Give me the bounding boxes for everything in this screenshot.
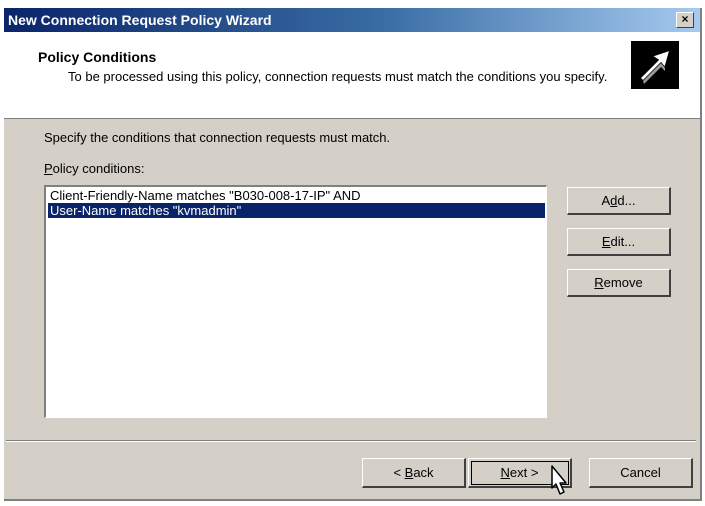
cancel-button[interactable]: Cancel <box>589 458 693 488</box>
window-title: New Connection Request Policy Wizard <box>8 12 272 28</box>
label-hotkey: P <box>44 161 53 176</box>
page-description: To be processed using this policy, conne… <box>68 69 608 84</box>
add-button[interactable]: Add... <box>567 187 671 215</box>
remove-hotkey: R <box>594 275 604 290</box>
next-label-post: ext > <box>509 465 539 480</box>
mouse-pointer-icon <box>551 465 567 495</box>
title-bar[interactable]: New Connection Request Policy Wizard × <box>4 8 700 32</box>
edit-hotkey: E <box>601 234 611 249</box>
close-button[interactable]: × <box>676 12 694 28</box>
remove-button[interactable]: Remove <box>567 269 671 297</box>
next-hotkey: N <box>500 465 510 480</box>
policy-conditions-label: Policy conditions: <box>44 161 144 176</box>
edit-label-post: dit... <box>610 234 636 249</box>
back-button[interactable]: < Back <box>362 458 466 488</box>
page-title: Policy Conditions <box>38 49 157 65</box>
back-label-pre: < <box>393 465 405 480</box>
list-item-selected[interactable]: User-Name matches "kvmadmin" <box>48 203 545 218</box>
wizard-header: Policy Conditions To be processed using … <box>4 32 700 119</box>
edit-button[interactable]: Edit... <box>567 228 671 256</box>
button-separator <box>6 440 696 442</box>
back-label-post: ack <box>413 465 434 480</box>
remove-label-post: emove <box>603 275 643 290</box>
intro-text: Specify the conditions that connection r… <box>44 130 391 145</box>
add-label-post: d... <box>617 193 636 208</box>
policy-conditions-list[interactable]: Client-Friendly-Name matches "B030-008-1… <box>44 185 547 418</box>
wizard-window: New Connection Request Policy Wizard × P… <box>4 8 702 501</box>
label-rest: olicy conditions: <box>52 161 145 176</box>
wizard-arrow-icon <box>631 41 679 89</box>
add-label-pre: A <box>601 193 611 208</box>
list-item[interactable]: Client-Friendly-Name matches "B030-008-1… <box>48 188 545 203</box>
